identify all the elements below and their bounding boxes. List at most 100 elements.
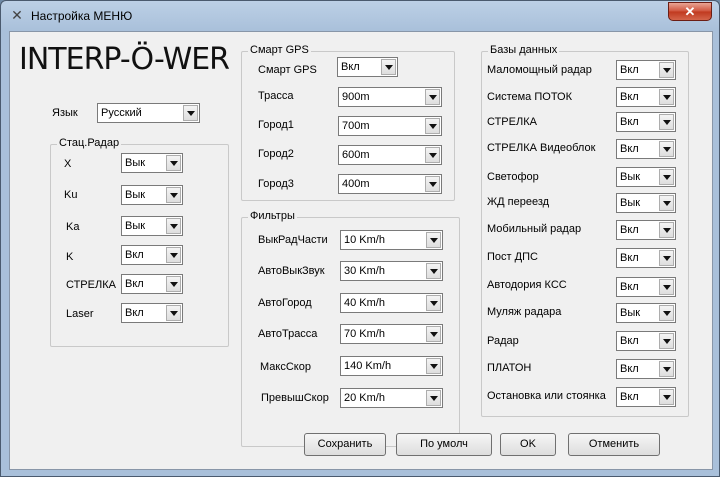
smart-gps-select[interactable]: Вкл (337, 57, 398, 77)
chevron-down-icon[interactable] (659, 279, 674, 295)
tools-icon: ✕ (11, 7, 23, 23)
chevron-down-icon[interactable] (659, 141, 674, 157)
chevron-down-icon[interactable] (659, 195, 674, 211)
db-select-dummy-radar[interactable]: Вык (616, 303, 676, 323)
chevron-down-icon[interactable] (659, 62, 674, 78)
highway-select[interactable]: 900m (338, 87, 442, 107)
city2-select[interactable]: 600m (338, 145, 442, 165)
cancel-button[interactable]: Отменить (568, 433, 660, 456)
chevron-down-icon[interactable] (166, 218, 181, 234)
chevron-down-icon[interactable] (166, 187, 181, 203)
db-select-potok[interactable]: Вкл (616, 87, 676, 107)
chevron-down-icon[interactable] (426, 326, 441, 342)
chevron-down-icon[interactable] (166, 276, 181, 292)
db-select-platon[interactable]: Вкл (616, 359, 676, 379)
chevron-down-icon[interactable] (166, 155, 181, 171)
city1-select[interactable]: 700m (338, 116, 442, 136)
chevron-down-icon[interactable] (381, 59, 396, 75)
db-label: Система ПОТОК (487, 91, 573, 103)
chevron-down-icon[interactable] (425, 176, 440, 192)
db-value: Вкл (620, 143, 639, 155)
chevron-down-icon[interactable] (659, 89, 674, 105)
city3-value: 400m (342, 178, 370, 190)
filter-label-overspeed: ПревышСкор (261, 392, 329, 404)
db-label: СТРЕЛКА Видеоблок (487, 142, 596, 154)
db-value: Вкл (620, 252, 639, 264)
settings-window: ✕ Настройка МЕНЮ ✕ INTERP-Ö-WER Язык Рус… (0, 0, 720, 477)
filter-select-auto-sound-off[interactable]: 30 Km/h (340, 261, 443, 281)
chevron-down-icon[interactable] (425, 147, 440, 163)
city3-select[interactable]: 400m (338, 174, 442, 194)
db-select-stop-parking[interactable]: Вкл (616, 387, 676, 407)
db-value: Вкл (620, 363, 639, 375)
db-select-traffic-light[interactable]: Вык (616, 167, 676, 187)
filter-value: 30 Km/h (344, 265, 385, 277)
db-select-mobile-radar[interactable]: Вкл (616, 220, 676, 240)
filter-select-radar-off[interactable]: 10 Km/h (340, 230, 443, 250)
chevron-down-icon[interactable] (426, 295, 441, 311)
db-label: Мобильный радар (487, 223, 582, 235)
db-select-railway-crossing[interactable]: Вык (616, 193, 676, 213)
db-select-strelka-video[interactable]: Вкл (616, 139, 676, 159)
stat-radar-label-k: K (66, 251, 74, 263)
chevron-down-icon[interactable] (425, 89, 440, 105)
defaults-button[interactable]: По умолч (396, 433, 492, 456)
filter-value: 70 Km/h (344, 328, 385, 340)
language-select[interactable]: Русский (97, 103, 200, 123)
chevron-down-icon[interactable] (659, 222, 674, 238)
window-title: Настройка МЕНЮ (31, 9, 133, 23)
chevron-down-icon[interactable] (426, 263, 441, 279)
stat-radar-select-k[interactable]: Вкл (121, 245, 183, 265)
save-button[interactable]: Сохранить (304, 433, 386, 456)
smart-gps-label: Смарт GPS (258, 64, 317, 76)
stat-radar-value: Вык (125, 220, 146, 232)
chevron-down-icon[interactable] (183, 105, 198, 121)
filter-value: 20 Km/h (344, 392, 385, 404)
db-select-radar[interactable]: Вкл (616, 331, 676, 351)
chevron-down-icon[interactable] (426, 358, 441, 374)
chevron-down-icon[interactable] (659, 305, 674, 321)
db-select-low-power-radar[interactable]: Вкл (616, 60, 676, 80)
city2-value: 600m (342, 149, 370, 161)
stat-radar-select-ka[interactable]: Вык (121, 216, 183, 236)
chevron-down-icon[interactable] (659, 114, 674, 130)
stat-radar-select-laser[interactable]: Вкл (121, 303, 183, 323)
stat-radar-select-ku[interactable]: Вык (121, 185, 183, 205)
filter-label-max-speed: МаксСкор (260, 361, 311, 373)
filter-value: 10 Km/h (344, 234, 385, 246)
stat-radar-select-x[interactable]: Вык (121, 153, 183, 173)
filter-select-max-speed[interactable]: 140 Km/h (340, 356, 443, 376)
chevron-down-icon[interactable] (659, 389, 674, 405)
language-value: Русский (101, 107, 142, 119)
chevron-down-icon[interactable] (659, 169, 674, 185)
chevron-down-icon[interactable] (426, 390, 441, 406)
chevron-down-icon[interactable] (166, 247, 181, 263)
chevron-down-icon[interactable] (425, 118, 440, 134)
filter-select-auto-city[interactable]: 40 Km/h (340, 293, 443, 313)
chevron-down-icon[interactable] (659, 250, 674, 266)
db-value: Вкл (620, 391, 639, 403)
chevron-down-icon[interactable] (426, 232, 441, 248)
city2-label: Город2 (258, 148, 294, 160)
chevron-down-icon[interactable] (166, 305, 181, 321)
filter-value: 40 Km/h (344, 297, 385, 309)
db-label: ПЛАТОН (487, 362, 532, 374)
db-select-dps-post[interactable]: Вкл (616, 248, 676, 268)
close-button[interactable]: ✕ (668, 2, 712, 21)
stat-radar-select-strelka[interactable]: Вкл (121, 274, 183, 294)
chevron-down-icon[interactable] (659, 361, 674, 377)
highway-label: Трасса (258, 90, 294, 102)
stat-radar-label-ku: Ku (64, 189, 78, 201)
db-value: Вкл (620, 116, 639, 128)
db-label: ЖД переезд (487, 196, 550, 208)
db-label: Радар (487, 335, 519, 347)
ok-button[interactable]: OK (500, 433, 556, 456)
db-select-strelka[interactable]: Вкл (616, 112, 676, 132)
db-select-avtodoria[interactable]: Вкл (616, 277, 676, 297)
title-bar[interactable]: ✕ Настройка МЕНЮ ✕ (1, 1, 719, 31)
filter-select-auto-highway[interactable]: 70 Km/h (340, 324, 443, 344)
filter-select-overspeed[interactable]: 20 Km/h (340, 388, 443, 408)
city3-label: Город3 (258, 178, 294, 190)
chevron-down-icon[interactable] (659, 333, 674, 349)
stat-radar-label-strelka: СТРЕЛКА (66, 279, 116, 291)
